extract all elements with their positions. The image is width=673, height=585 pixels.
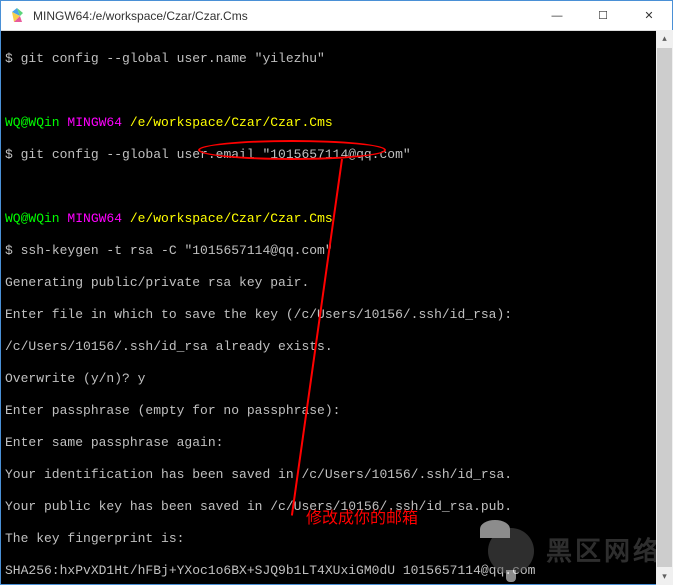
scroll-down-button[interactable]: ▾ [656, 568, 673, 585]
terminal-output[interactable]: $ git config --global user.name "yilezhu… [1, 31, 672, 584]
prompt-user: WQ@WQin [5, 211, 60, 226]
prompt-user: WQ@WQin [5, 115, 60, 130]
prompt-env: MINGW64 [67, 115, 122, 130]
prompt-env: MINGW64 [67, 211, 122, 226]
window-controls: — ☐ ✕ [534, 1, 672, 30]
minimize-button[interactable]: — [534, 1, 580, 30]
app-icon [9, 8, 25, 24]
prompt-path: /e/workspace/Czar/Czar.Cms [130, 115, 333, 130]
maximize-button[interactable]: ☐ [580, 1, 626, 30]
prompt-path: /e/workspace/Czar/Czar.Cms [130, 211, 333, 226]
scroll-up-button[interactable]: ▴ [656, 30, 673, 47]
scroll-thumb[interactable] [657, 48, 672, 567]
window-title: MINGW64:/e/workspace/Czar/Czar.Cms [33, 9, 534, 23]
vertical-scrollbar[interactable]: ▴ ▾ [656, 30, 673, 585]
window-titlebar: MINGW64:/e/workspace/Czar/Czar.Cms — ☐ ✕ [1, 1, 672, 31]
close-button[interactable]: ✕ [626, 1, 672, 30]
